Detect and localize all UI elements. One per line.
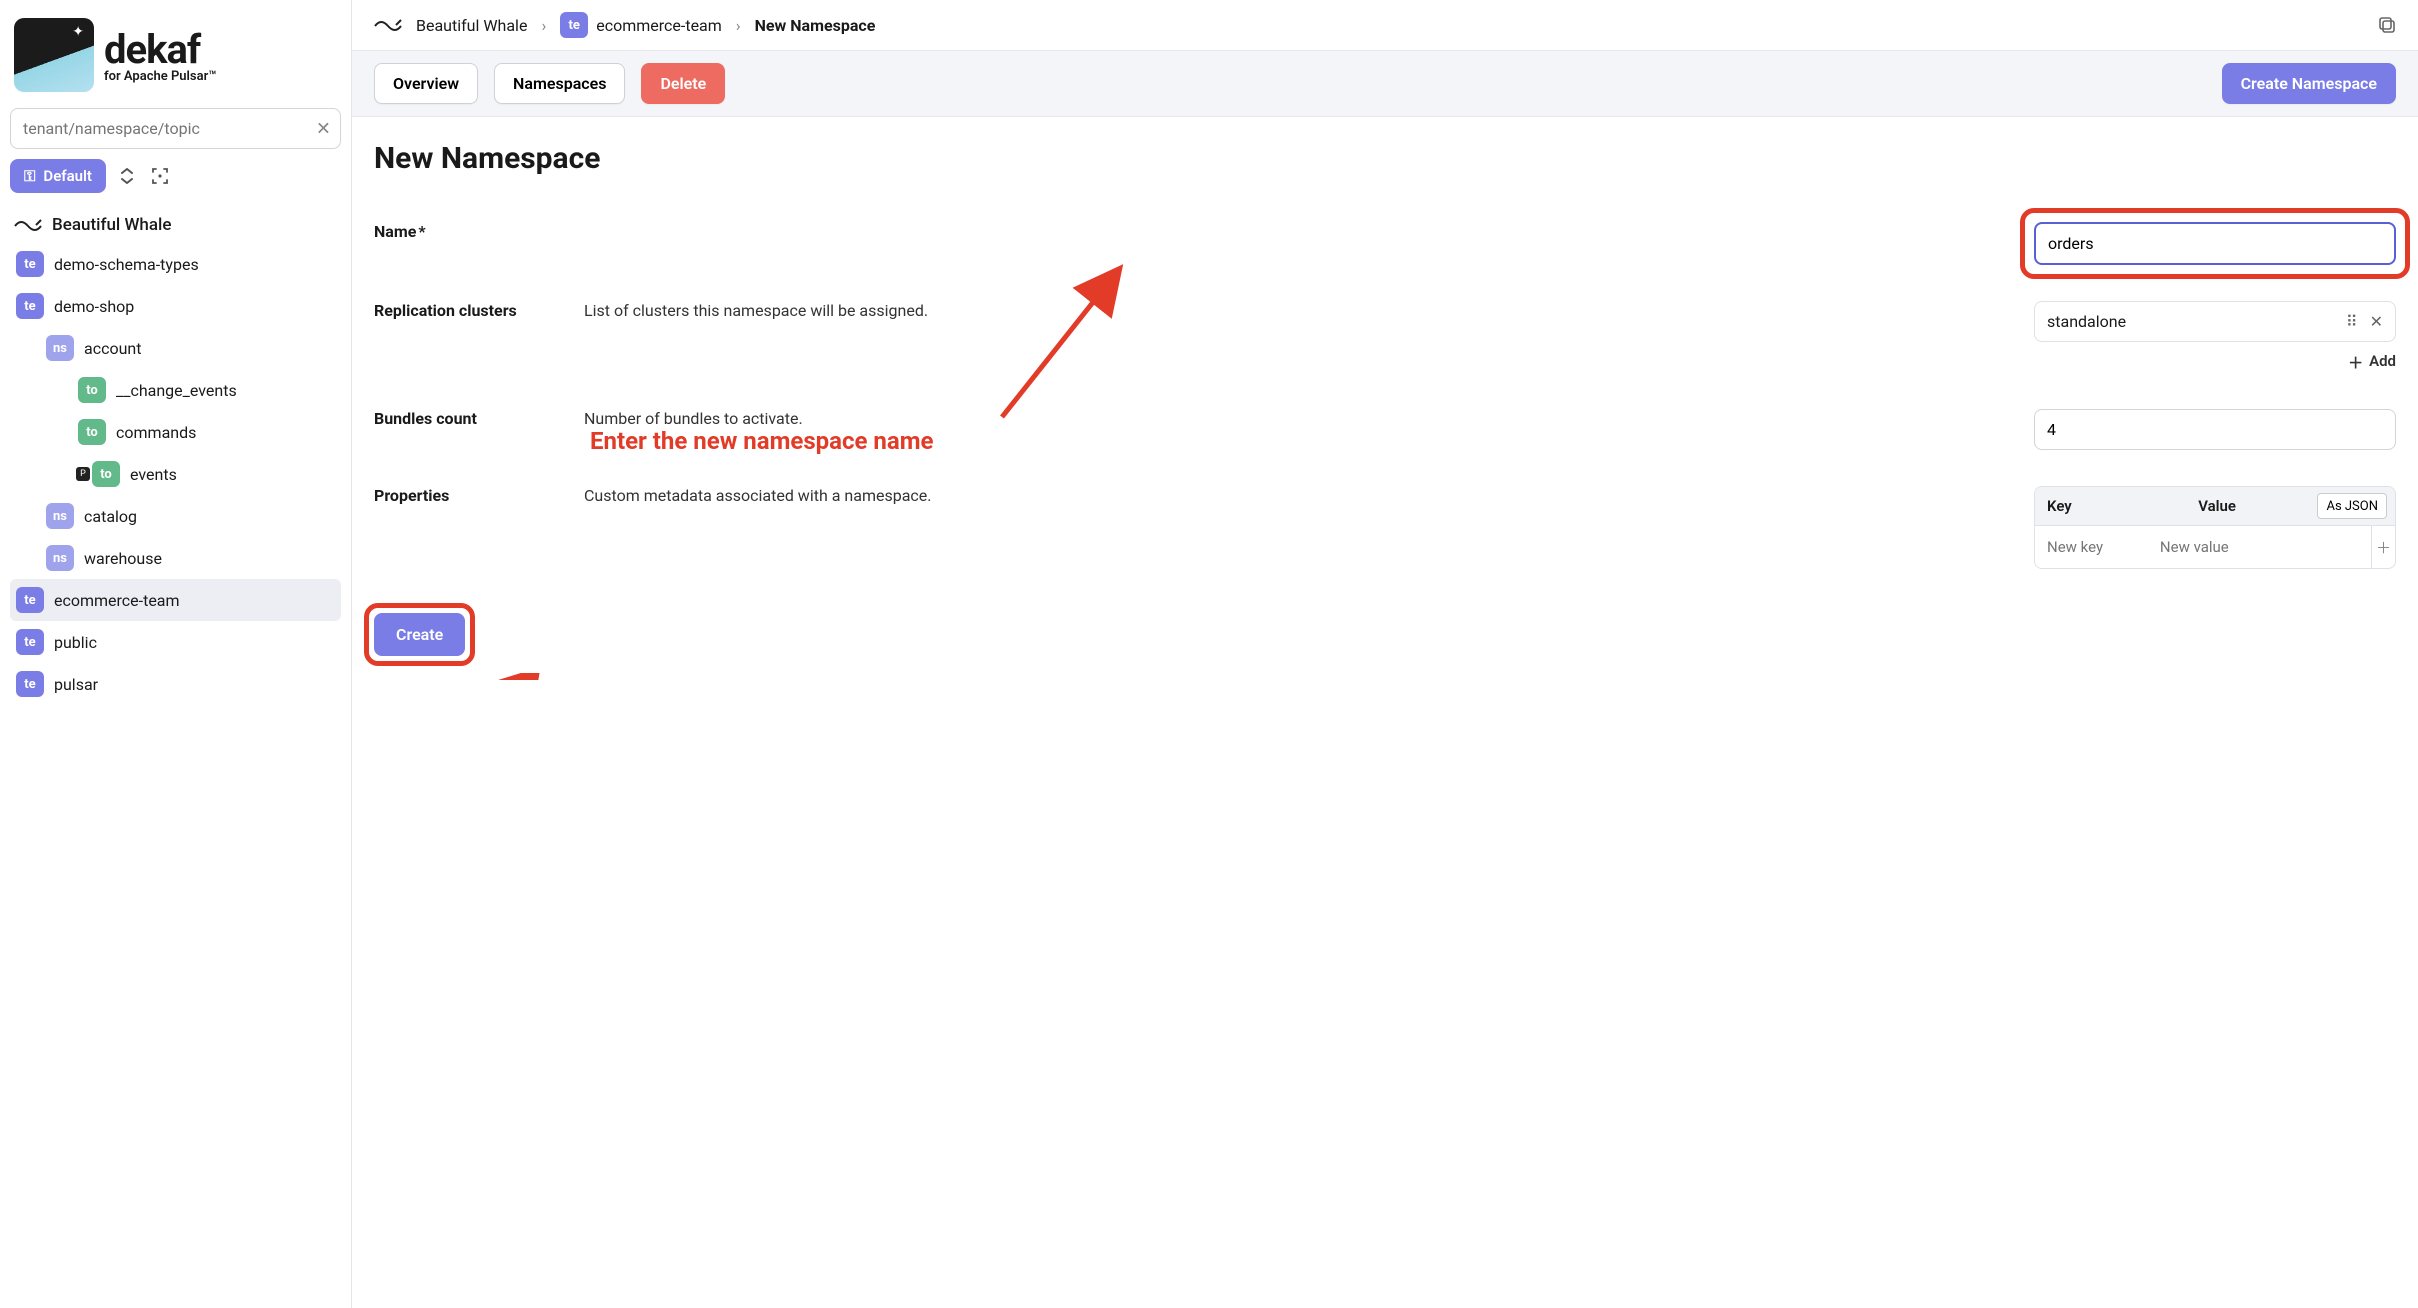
sidebar-item-label: pulsar: [54, 675, 98, 694]
default-key-button[interactable]: ⚿ Default: [10, 159, 106, 193]
tenant-badge: te: [560, 12, 588, 38]
sidebar-root[interactable]: Beautiful Whale: [10, 207, 341, 243]
ns-badge: ns: [46, 503, 74, 529]
sidebar: dekaf for Apache Pulsar™ ✕ ⚿ Default Bea…: [0, 0, 352, 1308]
logo-icon: [14, 18, 94, 92]
sidebar-item-label: demo-schema-types: [54, 255, 199, 274]
te-badge: te: [16, 629, 44, 655]
sidebar-item-label: account: [84, 339, 141, 358]
crumb-tenant[interactable]: te ecommerce-team: [560, 12, 722, 38]
clear-search-icon[interactable]: ✕: [316, 118, 331, 139]
te-badge: te: [16, 587, 44, 613]
main: Beautiful Whale › te ecommerce-team › Ne…: [352, 0, 2418, 1308]
to-badge: to: [78, 419, 106, 445]
breadcrumbs: Beautiful Whale › te ecommerce-team › Ne…: [352, 0, 2418, 50]
brand-name: dekaf: [104, 26, 216, 73]
props-key-input[interactable]: [2035, 525, 2148, 568]
sidebar-item-label: catalog: [84, 507, 137, 526]
search-field-wrap: ✕: [10, 108, 341, 149]
chevron-right-icon: ›: [736, 16, 741, 35]
form-row-bundles: Bundles count Number of bundles to activ…: [374, 391, 2396, 468]
sidebar-item-label: demo-shop: [54, 297, 134, 316]
te-badge: te: [16, 293, 44, 319]
tab-delete[interactable]: Delete: [641, 63, 725, 104]
collapse-icon[interactable]: [116, 164, 138, 188]
sidebar-item-events[interactable]: Pto events: [10, 453, 341, 495]
cluster-name: standalone: [2047, 312, 2126, 331]
partitioned-indicator: P: [76, 467, 90, 481]
ns-badge: ns: [46, 335, 74, 361]
props-value-input[interactable]: [2148, 525, 2371, 568]
tab-overview[interactable]: Overview: [374, 63, 478, 104]
create-namespace-button[interactable]: Create Namespace: [2222, 63, 2396, 104]
cluster-item: standalone ⠿ ✕: [2034, 301, 2396, 342]
sidebar-item-pulsar[interactable]: te pulsar: [10, 663, 341, 705]
bundles-desc: Number of bundles to activate.: [584, 409, 803, 428]
form-row-name: Name: [374, 204, 2396, 283]
as-json-button[interactable]: As JSON: [2317, 493, 2387, 519]
sidebar-item-ecommerce-team[interactable]: te ecommerce-team: [10, 579, 341, 621]
chevron-right-icon: ›: [541, 16, 546, 35]
drag-handle-icon[interactable]: ⠿: [2346, 312, 2358, 331]
props-value-header: Value: [2186, 487, 2309, 525]
sidebar-item-warehouse[interactable]: ns warehouse: [10, 537, 341, 579]
properties-desc: Custom metadata associated with a namesp…: [584, 486, 931, 505]
plus-icon: ＋: [2348, 352, 2363, 373]
te-badge: te: [16, 251, 44, 277]
search-input[interactable]: [10, 108, 341, 149]
replication-desc: List of clusters this namespace will be …: [584, 301, 928, 320]
form-row-properties: Properties Custom metadata associated wi…: [374, 468, 2396, 587]
crumb-current: New Namespace: [755, 16, 876, 35]
sidebar-item-label: warehouse: [84, 549, 162, 568]
add-cluster-link[interactable]: ＋ Add: [2034, 352, 2396, 373]
sidebar-item-label: public: [54, 633, 97, 652]
properties-label: Properties: [374, 486, 449, 505]
properties-table: Key Value As JSON ＋: [2034, 486, 2396, 569]
key-icon: ⚿: [24, 167, 35, 185]
arrow-to-create-button: [482, 673, 962, 680]
sidebar-item-demo-schema-types[interactable]: te demo-schema-types: [10, 243, 341, 285]
bundles-label: Bundles count: [374, 409, 477, 428]
sidebar-item-catalog[interactable]: ns catalog: [10, 495, 341, 537]
sidebar-item-public[interactable]: te public: [10, 621, 341, 663]
form-row-replication: Replication clusters List of clusters th…: [374, 283, 2396, 391]
to-badge: to: [92, 461, 120, 487]
sidebar-item-__change_events[interactable]: to __change_events: [10, 369, 341, 411]
name-label: Name: [374, 222, 426, 241]
name-input[interactable]: [2034, 222, 2396, 265]
sidebar-item-account[interactable]: ns account: [10, 327, 341, 369]
whale-icon: [14, 216, 42, 234]
brand-subtitle: for Apache Pulsar™: [104, 69, 216, 84]
sidebar-item-label: events: [130, 465, 177, 484]
sidebar-root-label: Beautiful Whale: [52, 215, 171, 235]
add-label: Add: [2369, 352, 2396, 373]
sidebar-item-demo-shop[interactable]: te demo-shop: [10, 285, 341, 327]
default-label: Default: [43, 167, 92, 185]
crumb-root[interactable]: Beautiful Whale: [416, 16, 527, 35]
create-button[interactable]: Create: [374, 613, 465, 656]
bundles-input[interactable]: [2034, 409, 2396, 450]
te-badge: te: [16, 671, 44, 697]
sidebar-item-label: ecommerce-team: [54, 591, 180, 610]
crumb-tenant-label: ecommerce-team: [596, 16, 722, 35]
to-badge: to: [78, 377, 106, 403]
logo: dekaf for Apache Pulsar™: [10, 10, 341, 104]
focus-icon[interactable]: [148, 164, 172, 188]
tab-namespaces[interactable]: Namespaces: [494, 63, 625, 104]
ns-badge: ns: [46, 545, 74, 571]
whale-icon: [374, 16, 402, 34]
remove-cluster-icon[interactable]: ✕: [2370, 312, 2383, 331]
add-property-button[interactable]: ＋: [2371, 525, 2395, 568]
sidebar-toolbar: ⚿ Default: [10, 159, 341, 193]
replication-label: Replication clusters: [374, 301, 517, 320]
copy-icon[interactable]: [2378, 16, 2396, 34]
props-key-header: Key: [2035, 487, 2186, 525]
sidebar-tree: Beautiful Whale tedemo-schema-typestedem…: [10, 207, 341, 705]
content: New Namespace Name Replication clusters …: [352, 117, 2418, 680]
tabs-bar: Overview Namespaces Delete Create Namesp…: [352, 50, 2418, 117]
sidebar-item-commands[interactable]: to commands: [10, 411, 341, 453]
sidebar-item-label: commands: [116, 423, 196, 442]
sidebar-item-label: __change_events: [116, 381, 237, 400]
page-title: New Namespace: [374, 141, 2396, 176]
